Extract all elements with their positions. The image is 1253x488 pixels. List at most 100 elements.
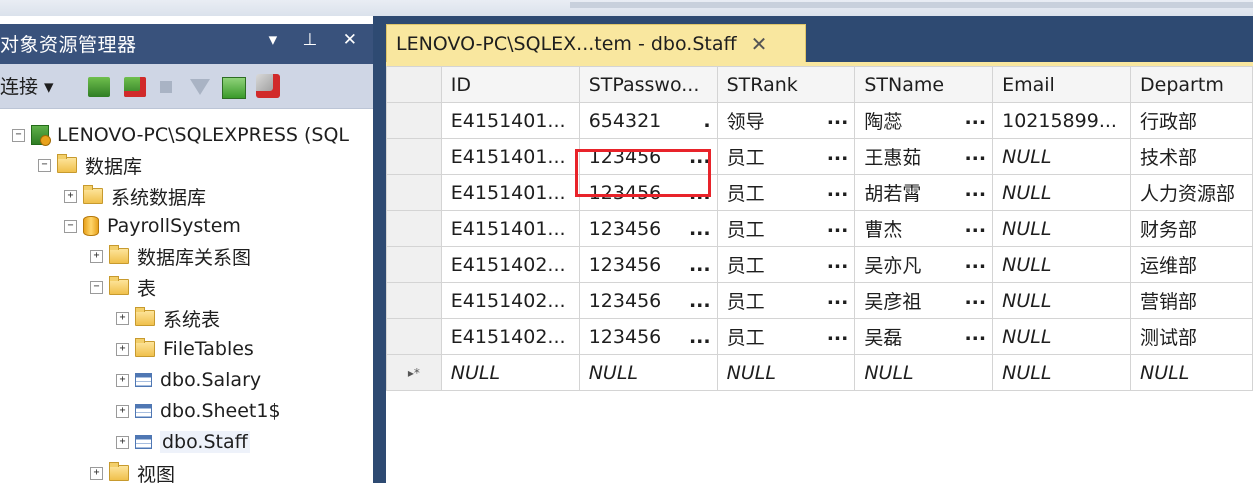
new-row-cell[interactable]: NULL — [716, 354, 856, 391]
collapse-toggle[interactable]: − — [12, 128, 25, 142]
row-selector[interactable] — [386, 102, 442, 139]
row-selector[interactable] — [386, 282, 442, 319]
grid-cell[interactable]: NULL — [992, 246, 1132, 283]
row-selector[interactable] — [386, 174, 442, 211]
grid-cell[interactable]: 123456... — [578, 138, 718, 175]
cell-edit-ellipsis[interactable]: ... — [827, 287, 854, 309]
grid-cell[interactable]: 员工... — [716, 138, 856, 175]
row-header-corner[interactable] — [386, 66, 442, 103]
cell-edit-ellipsis[interactable]: ... — [827, 143, 854, 165]
cell-edit-ellipsis[interactable]: ... — [827, 323, 854, 345]
tree-node-system-databases[interactable]: + 系统数据库 — [64, 181, 206, 211]
tree-node-system-tables[interactable]: + 系统表 — [116, 303, 220, 333]
grid-cell[interactable]: 营销部 — [1130, 282, 1253, 319]
grid-cell[interactable]: E4151401... — [440, 102, 580, 139]
grid-cell[interactable]: 运维部 — [1130, 246, 1253, 283]
cell-edit-ellipsis[interactable]: ... — [689, 218, 716, 240]
grid-cell[interactable]: E4151401... — [440, 210, 580, 247]
tree-node-tables[interactable]: − 表 — [90, 272, 156, 302]
grid-cell[interactable]: NULL — [992, 282, 1132, 319]
cell-edit-ellipsis[interactable]: . — [703, 110, 716, 132]
connect-button[interactable]: 连接 ▾ — [0, 72, 54, 99]
grid-cell[interactable]: 行政部 — [1130, 102, 1253, 139]
tree-node-server[interactable]: − LENOVO-PC\SQLEXPRESS (SQL — [12, 120, 349, 150]
new-row-cell[interactable]: NULL — [854, 354, 994, 391]
cell-edit-ellipsis[interactable]: ... — [827, 107, 854, 129]
row-selector[interactable] — [386, 246, 442, 283]
row-selector[interactable] — [386, 318, 442, 355]
cell-edit-ellipsis[interactable]: ... — [827, 179, 854, 201]
tree-node-dbo-salary[interactable]: + dbo.Salary — [116, 365, 261, 395]
cell-edit-ellipsis[interactable]: ... — [964, 179, 991, 201]
grid-cell[interactable]: 123456... — [578, 318, 718, 355]
pane-splitter[interactable] — [373, 16, 386, 483]
grid-cell[interactable]: E4151402... — [440, 318, 580, 355]
new-row-cell[interactable]: NULL — [992, 354, 1132, 391]
cell-edit-ellipsis[interactable]: ... — [689, 146, 716, 168]
grid-cell[interactable]: 654321. — [578, 102, 718, 139]
tree-node-filetables[interactable]: + FileTables — [116, 334, 254, 364]
tree-node-database-diagrams[interactable]: + 数据库关系图 — [90, 241, 251, 271]
grid-cell[interactable]: 123456... — [578, 282, 718, 319]
grid-cell[interactable]: 胡若霄... — [854, 174, 994, 211]
collapse-toggle[interactable]: − — [38, 158, 51, 172]
connect-object-icon[interactable] — [88, 77, 110, 97]
expand-toggle[interactable]: + — [64, 189, 77, 203]
expand-toggle[interactable]: + — [116, 373, 129, 387]
grid-cell[interactable]: NULL — [992, 318, 1132, 355]
grid-cell[interactable]: 技术部 — [1130, 138, 1253, 175]
collapse-toggle[interactable]: − — [64, 219, 77, 233]
tree-node-payrollsystem[interactable]: − PayrollSystem — [64, 211, 241, 241]
grid-cell[interactable]: 吴亦凡... — [854, 246, 994, 283]
column-header-stpassword[interactable]: STPasswo... — [578, 66, 718, 103]
expand-toggle[interactable]: + — [90, 249, 103, 263]
cell-edit-ellipsis[interactable]: ... — [827, 251, 854, 273]
grid-cell[interactable]: 吴磊... — [854, 318, 994, 355]
cell-edit-ellipsis[interactable]: ... — [964, 107, 991, 129]
grid-cell[interactable]: 人力资源部 — [1130, 174, 1253, 211]
tree-node-dbo-staff[interactable]: + dbo.Staff — [116, 427, 250, 457]
pane-window-buttons[interactable]: ▾ ⊥ ✕ — [269, 30, 367, 50]
tree-node-databases[interactable]: − 数据库 — [38, 150, 142, 180]
grid-cell[interactable]: 员工... — [716, 210, 856, 247]
grid-cell[interactable]: 测试部 — [1130, 318, 1253, 355]
grid-cell[interactable]: 陶蕊... — [854, 102, 994, 139]
cell-edit-ellipsis[interactable]: ... — [689, 182, 716, 204]
grid-cell[interactable]: 财务部 — [1130, 210, 1253, 247]
expand-toggle[interactable]: + — [116, 311, 129, 325]
expand-toggle[interactable]: + — [116, 342, 129, 356]
tree-node-views[interactable]: + 视图 — [90, 458, 175, 488]
grid-cell[interactable]: E4151401... — [440, 138, 580, 175]
cell-edit-ellipsis[interactable]: ... — [964, 323, 991, 345]
new-row-cell[interactable]: NULL — [578, 354, 718, 391]
close-icon[interactable]: ✕ — [751, 32, 768, 56]
grid-cell[interactable]: E4151401... — [440, 174, 580, 211]
cell-edit-ellipsis[interactable]: ... — [964, 215, 991, 237]
new-row-cell[interactable]: NULL — [1130, 354, 1253, 391]
grid-cell[interactable]: 王惠茹... — [854, 138, 994, 175]
cell-edit-ellipsis[interactable]: ... — [964, 287, 991, 309]
grid-cell[interactable]: NULL — [992, 210, 1132, 247]
stop-icon[interactable] — [160, 81, 172, 93]
tree-node-dbo-sheet1[interactable]: + dbo.Sheet1$ — [116, 396, 281, 426]
grid-cell[interactable]: 123456... — [578, 246, 718, 283]
grid-cell[interactable]: E4151402... — [440, 246, 580, 283]
column-header-email[interactable]: Email — [992, 66, 1132, 103]
grid-cell[interactable]: 员工... — [716, 318, 856, 355]
grid-cell[interactable]: 员工... — [716, 246, 856, 283]
column-header-department[interactable]: Departm — [1130, 66, 1253, 103]
expand-toggle[interactable]: + — [116, 435, 129, 449]
row-selector[interactable] — [386, 138, 442, 175]
cell-edit-ellipsis[interactable]: ... — [964, 143, 991, 165]
column-header-id[interactable]: ID — [440, 66, 580, 103]
expand-toggle[interactable]: + — [90, 466, 103, 480]
new-row-cell[interactable]: NULL — [440, 354, 580, 391]
cell-edit-ellipsis[interactable]: ... — [964, 251, 991, 273]
column-header-stname[interactable]: STName — [854, 66, 994, 103]
grid-cell[interactable]: NULL — [992, 174, 1132, 211]
grid-cell[interactable]: 领导... — [716, 102, 856, 139]
grid-cell[interactable]: 10215899... — [992, 102, 1132, 139]
grid-cell[interactable]: 吴彦祖... — [854, 282, 994, 319]
grid-cell[interactable]: 员工... — [716, 174, 856, 211]
cell-edit-ellipsis[interactable]: ... — [689, 254, 716, 276]
